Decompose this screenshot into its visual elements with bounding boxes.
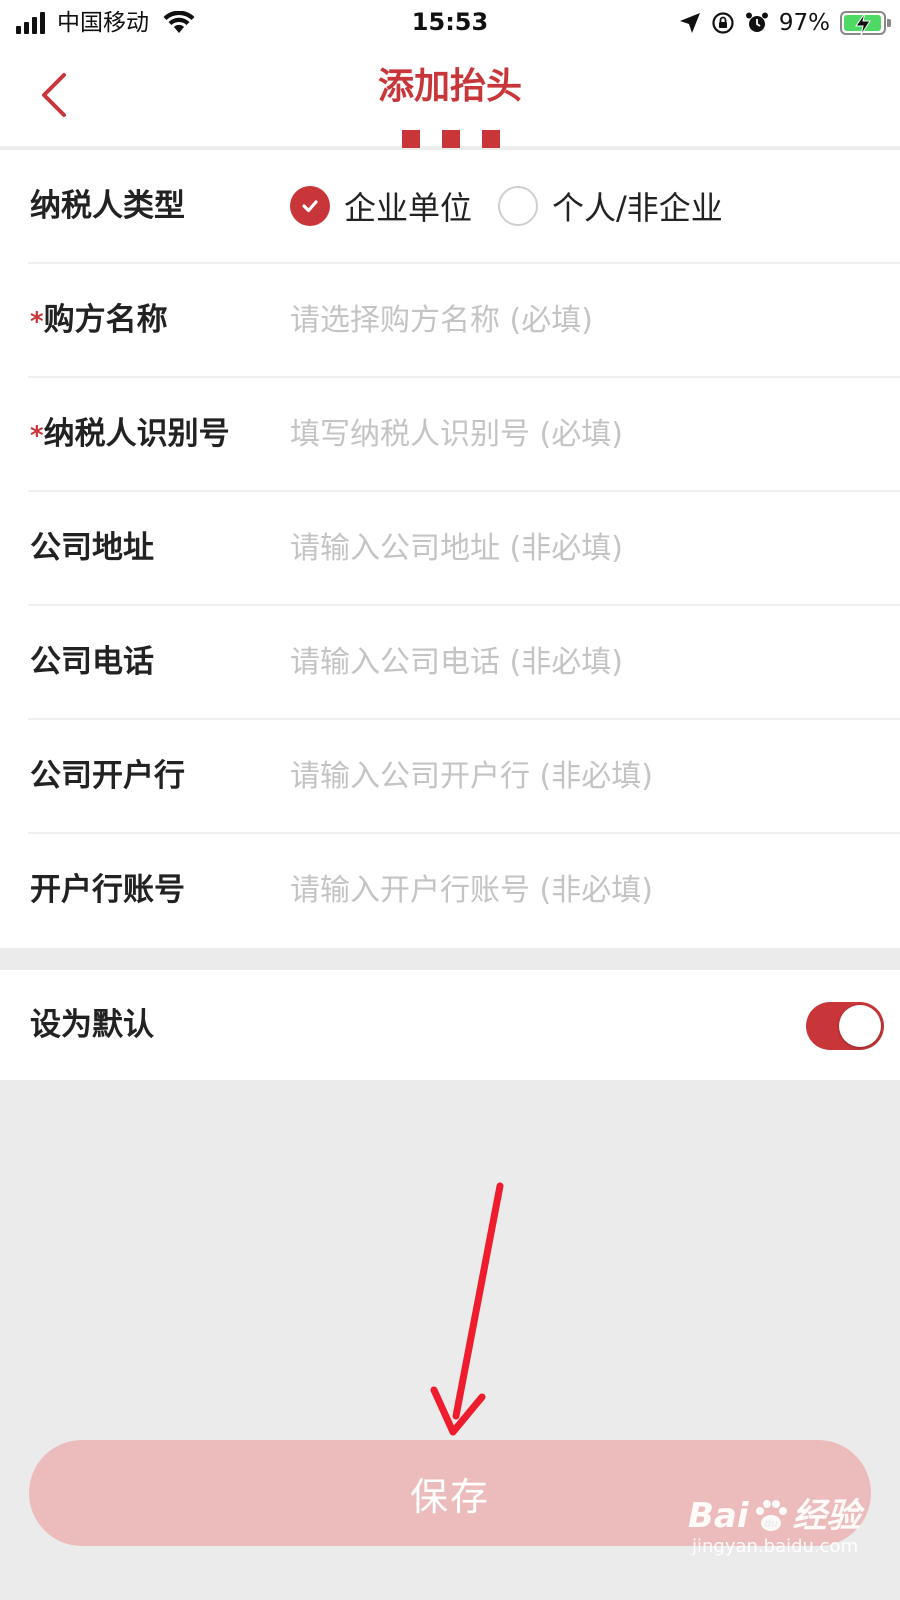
bank-account-label: 开户行账号 bbox=[30, 872, 185, 908]
company-bank-row: 公司开户行 bbox=[28, 720, 900, 834]
paw-icon: du bbox=[755, 1500, 787, 1531]
battery-icon bbox=[840, 11, 891, 36]
required-mark: * bbox=[30, 421, 44, 451]
buyer-name-input[interactable] bbox=[290, 292, 870, 348]
company-bank-input[interactable] bbox=[290, 748, 870, 804]
annotation-arrow-icon bbox=[430, 1182, 504, 1436]
company-phone-label: 公司电话 bbox=[30, 644, 154, 680]
radio-enterprise[interactable]: 企业单位 bbox=[290, 183, 472, 229]
watermark-url: jingyan.baidu.com bbox=[692, 1536, 859, 1557]
watermark-brand: Bai du 经验 bbox=[688, 1496, 861, 1536]
radio-enterprise-label: 企业单位 bbox=[344, 189, 473, 227]
radio-checked-icon bbox=[290, 186, 330, 226]
taxpayer-type-label: 纳税人类型 bbox=[30, 188, 185, 224]
title-decoration bbox=[402, 130, 500, 148]
company-address-input[interactable] bbox=[290, 520, 870, 576]
watermark-brand-left: Bai bbox=[688, 1496, 749, 1536]
nav-bar: 添加抬头 bbox=[0, 46, 900, 148]
company-address-label: 公司地址 bbox=[30, 530, 154, 566]
battery-percent: 97% bbox=[778, 10, 830, 36]
page-title: 添加抬头 bbox=[377, 66, 522, 107]
taxpayer-type-row: 纳税人类型 企业单位 个人/非企业 bbox=[28, 150, 900, 264]
default-setting-label: 设为默认 bbox=[30, 1007, 154, 1043]
rotation-lock-icon bbox=[712, 12, 734, 34]
buyer-name-label: *购方名称 bbox=[30, 302, 168, 338]
radio-individual-label: 个人/非企业 bbox=[552, 189, 723, 227]
required-mark: * bbox=[30, 307, 44, 337]
default-toggle[interactable] bbox=[806, 1002, 884, 1050]
taxpayer-type-radio-group: 企业单位 个人/非企业 bbox=[290, 150, 749, 262]
default-setting-row: 设为默认 bbox=[0, 970, 900, 1080]
status-right: 97% bbox=[679, 8, 891, 38]
svg-text:du: du bbox=[764, 1518, 778, 1530]
screen: 中国移动 15:53 97% 添加抬头 纳税人类型 企业单位 个人/非企业 *购… bbox=[0, 0, 900, 1600]
taxpayer-id-input[interactable] bbox=[290, 406, 870, 462]
taxpayer-id-label: *纳税人识别号 bbox=[30, 416, 230, 452]
company-bank-label: 公司开户行 bbox=[30, 758, 185, 794]
radio-unchecked-icon bbox=[498, 186, 539, 226]
alarm-icon bbox=[745, 12, 768, 32]
watermark-brand-right: 经验 bbox=[792, 1496, 861, 1536]
bank-account-input[interactable] bbox=[290, 862, 870, 918]
toggle-knob bbox=[839, 1005, 881, 1047]
baidu-jingyan-watermark: Bai du 经验 jingyan.baidu.com bbox=[688, 1496, 861, 1558]
status-bar: 中国移动 15:53 97% bbox=[0, 0, 900, 46]
radio-individual[interactable]: 个人/非企业 bbox=[498, 183, 723, 229]
company-phone-row: 公司电话 bbox=[28, 606, 900, 720]
buyer-name-row: *购方名称 bbox=[28, 264, 900, 378]
bank-account-row: 开户行账号 bbox=[28, 834, 900, 948]
taxpayer-id-row: *纳税人识别号 bbox=[28, 378, 900, 492]
charging-bolt-icon bbox=[855, 12, 871, 36]
company-phone-input[interactable] bbox=[290, 634, 870, 690]
location-arrow-icon bbox=[679, 13, 700, 33]
invoice-header-form: 纳税人类型 企业单位 个人/非企业 *购方名称 *纳税人识别号 bbox=[0, 150, 900, 948]
company-address-row: 公司地址 bbox=[28, 492, 900, 606]
